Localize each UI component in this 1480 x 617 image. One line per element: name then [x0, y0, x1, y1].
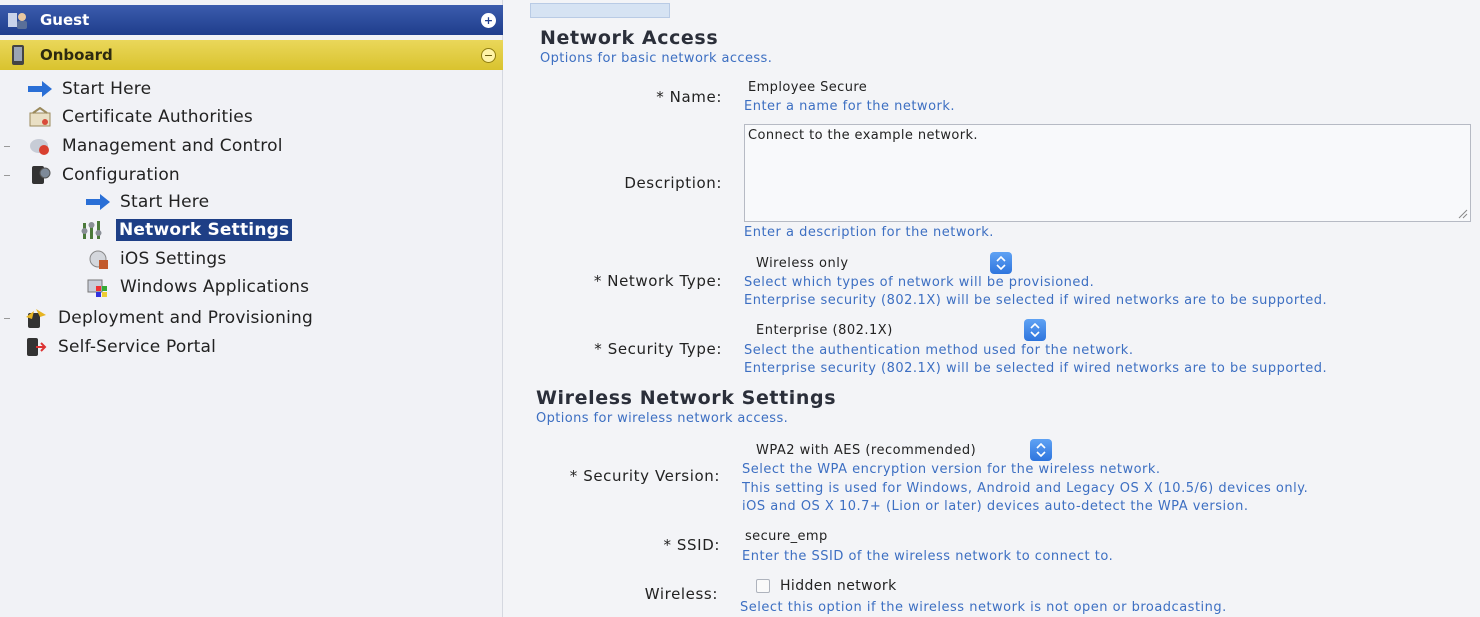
sidebar-item-label: Management and Control: [62, 136, 283, 156]
sidebar-item-config-start-here[interactable]: Start Here: [84, 189, 209, 215]
sidebar-section-guest[interactable]: Guest +: [0, 5, 503, 35]
tree-connector: [4, 146, 10, 147]
certificate-icon: [26, 106, 54, 128]
description-hint: Enter a description for the network.: [744, 225, 994, 240]
wireless-settings-title: Wireless Network Settings: [536, 387, 837, 409]
sidebar-item-configuration[interactable]: Configuration: [26, 162, 180, 188]
arrow-right-icon: [84, 191, 112, 213]
portal-icon: [22, 336, 50, 358]
security-type-hint: Select the authentication method used fo…: [744, 343, 1134, 358]
main-content: Network Access Options for basic network…: [520, 0, 1480, 617]
security-type-select[interactable]: Enterprise (802.1X): [756, 319, 1050, 341]
guest-icon: [6, 9, 30, 31]
security-version-select[interactable]: WPA2 with AES (recommended): [756, 439, 1054, 461]
wireless-label: Wireless:: [644, 585, 718, 603]
device-icon: [6, 44, 30, 66]
security-version-label: * Security Version:: [569, 467, 720, 485]
sidebar-item-label: Certificate Authorities: [62, 107, 253, 127]
sidebar-item-self-service-portal[interactable]: Self-Service Portal: [22, 334, 216, 360]
security-type-hint-2: Enterprise security (802.1X) will be sel…: [744, 361, 1328, 376]
sidebar-item-label: Start Here: [62, 79, 152, 99]
sidebar-item-start-here[interactable]: Start Here: [26, 76, 151, 102]
network-type-hint-2: Enterprise security (802.1X) will be sel…: [744, 293, 1328, 308]
sidebar-item-label: Self-Service Portal: [58, 337, 217, 357]
security-type-label: * Security Type:: [594, 340, 722, 358]
deployment-icon: [22, 307, 50, 329]
network-type-select[interactable]: Wireless only: [756, 252, 1016, 274]
sidebar-item-label: Deployment and Provisioning: [58, 308, 313, 328]
ios-settings-icon: [84, 248, 112, 270]
name-hint: Enter a name for the network.: [744, 99, 956, 114]
security-version-hint-2: This setting is used for Windows, Androi…: [742, 481, 1309, 496]
sidebar: Guest + Onboard − Start Here Certificate…: [0, 0, 503, 617]
guest-label: Guest: [40, 11, 90, 29]
tree-connector: [4, 175, 10, 176]
network-settings-icon: [80, 219, 108, 241]
wireless-settings-subtitle: Options for wireless network access.: [536, 411, 789, 426]
sidebar-item-windows-applications[interactable]: Windows Applications: [84, 274, 309, 300]
windows-applications-icon: [84, 276, 112, 298]
ssid-hint: Enter the SSID of the wireless network t…: [742, 549, 1114, 564]
name-field[interactable]: Employee Secure: [748, 80, 867, 95]
select-arrows-icon[interactable]: [990, 252, 1012, 274]
security-version-hint-3: iOS and OS X 10.7+ (Lion or later) devic…: [742, 499, 1249, 514]
select-arrows-icon[interactable]: [1024, 319, 1046, 341]
sidebar-item-certificate-authorities[interactable]: Certificate Authorities: [26, 104, 253, 130]
network-access-title: Network Access: [540, 27, 719, 49]
network-type-value: Wireless only: [756, 255, 849, 271]
sidebar-item-label: Start Here: [120, 192, 210, 212]
sidebar-item-management-and-control[interactable]: Management and Control: [26, 133, 283, 159]
network-access-subtitle: Options for basic network access.: [540, 51, 773, 66]
resize-grip-icon[interactable]: [1458, 209, 1468, 219]
expand-icon[interactable]: +: [481, 12, 496, 28]
select-arrows-icon[interactable]: [1030, 439, 1052, 461]
configuration-icon: [26, 164, 54, 186]
management-icon: [26, 135, 54, 157]
description-value: Connect to the example network.: [748, 128, 978, 143]
hidden-network-hint: Select this option if the wireless netwo…: [740, 600, 1227, 615]
sidebar-item-label: Configuration: [62, 165, 180, 185]
ssid-field[interactable]: secure_emp: [745, 529, 828, 544]
security-type-value: Enterprise (802.1X): [756, 322, 893, 338]
arrow-right-icon: [26, 78, 54, 100]
collapse-icon[interactable]: −: [481, 47, 496, 63]
sidebar-item-network-settings[interactable]: Network Settings: [80, 217, 293, 243]
sidebar-section-onboard[interactable]: Onboard −: [0, 40, 503, 70]
sidebar-item-label: Network Settings: [116, 219, 293, 241]
hidden-network-checkbox[interactable]: [756, 579, 770, 593]
top-toolbar: [520, 0, 1480, 20]
sidebar-item-deployment-and-provisioning[interactable]: Deployment and Provisioning: [22, 305, 313, 331]
sidebar-item-label: Windows Applications: [120, 277, 310, 297]
top-tab[interactable]: [530, 3, 670, 18]
network-type-label: * Network Type:: [593, 272, 722, 290]
description-textarea[interactable]: Connect to the example network.: [744, 124, 1471, 222]
ssid-label: * SSID:: [663, 536, 720, 554]
tree-connector: [4, 318, 10, 319]
network-type-hint: Select which types of network will be pr…: [744, 275, 1095, 290]
sidebar-item-ios-settings[interactable]: iOS Settings: [84, 246, 226, 272]
name-label: * Name:: [656, 88, 722, 106]
security-version-value: WPA2 with AES (recommended): [756, 442, 977, 458]
security-version-hint: Select the WPA encryption version for th…: [742, 462, 1161, 477]
sidebar-item-label: iOS Settings: [120, 249, 227, 269]
hidden-network-label[interactable]: Hidden network: [780, 578, 897, 594]
onboard-label: Onboard: [40, 46, 113, 64]
description-label: Description:: [624, 174, 722, 192]
app-window: Guest + Onboard − Start Here Certificate…: [0, 0, 1480, 617]
